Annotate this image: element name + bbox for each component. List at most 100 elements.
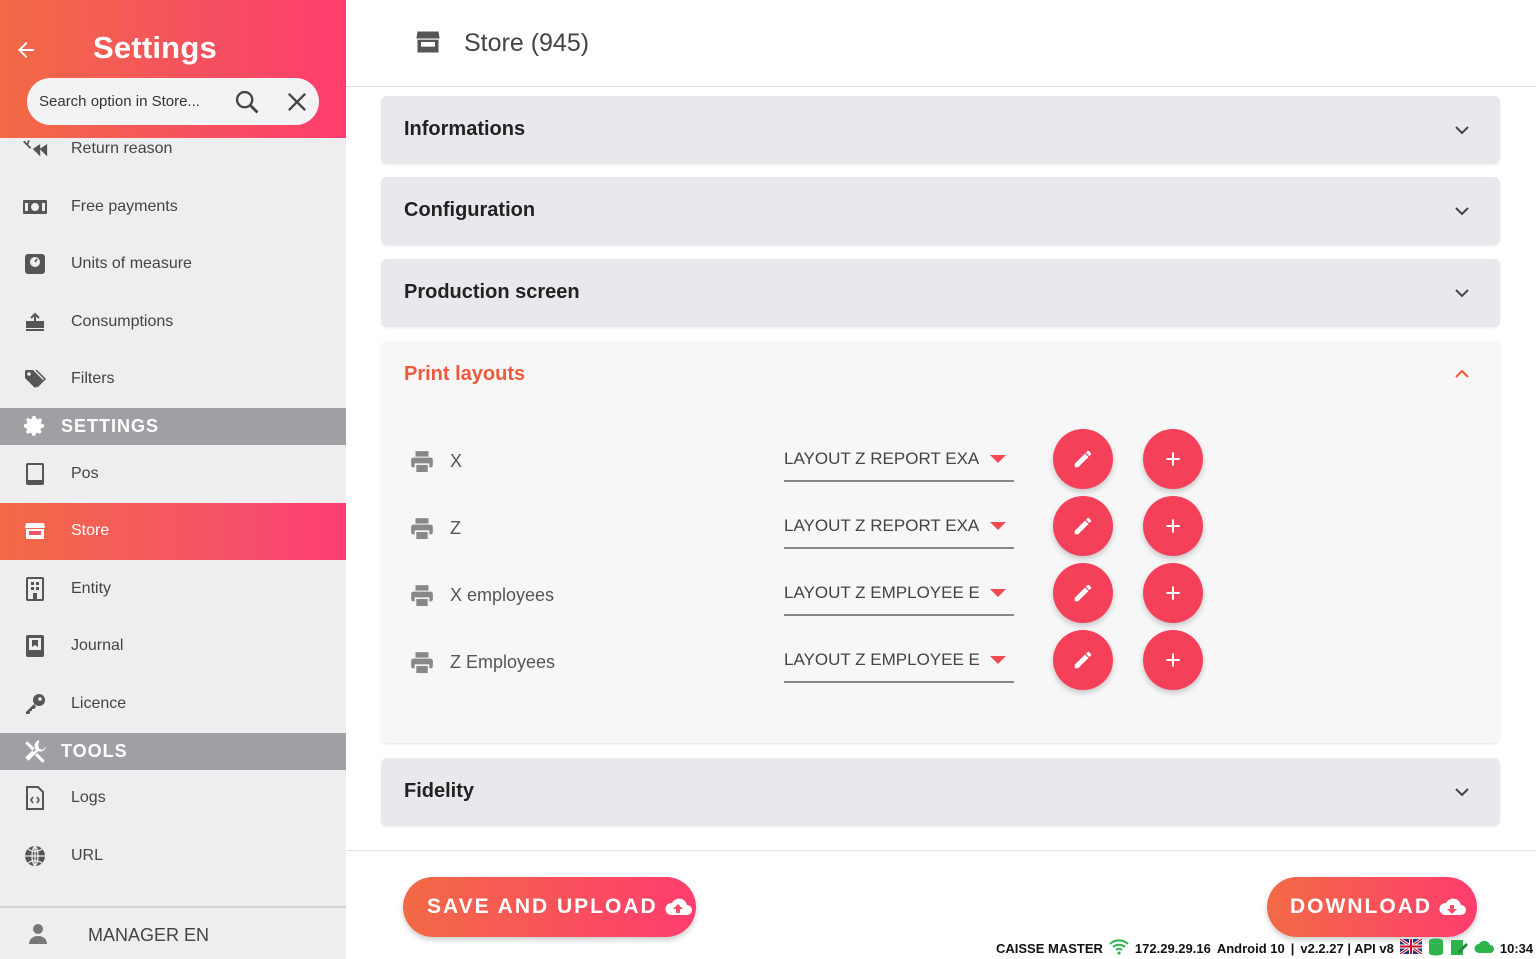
download-button[interactable]: DOWNLOAD (1267, 877, 1477, 937)
app-name: CAISSE MASTER (996, 940, 1103, 956)
plus-icon (1166, 519, 1180, 533)
ip-address: 172.29.29.16 (1134, 940, 1211, 956)
sidebar-item-filters[interactable]: Filters (0, 351, 346, 408)
sidebar-item-label: Filters (71, 370, 115, 387)
print-layout-row: X LAYOUT Z REPORT EXAM... (381, 429, 1500, 496)
chevron-down-icon (1450, 780, 1474, 804)
layout-select-value: LAYOUT Z EMPLOYEE EX... (784, 583, 979, 602)
sidebar-item-label: Pos (71, 465, 99, 482)
store-icon (22, 518, 48, 544)
sidebar-item-free-payments[interactable]: Free payments (0, 179, 346, 236)
panel-title: Production screen (404, 281, 580, 303)
sidebar-item-units-of-measure[interactable]: Units of measure (0, 236, 346, 293)
page-title: Store (945) (464, 29, 590, 57)
plus-icon (1166, 452, 1180, 466)
chevron-down-icon (1450, 118, 1474, 142)
top-bar: Store (945) (346, 0, 1536, 87)
chevron-down-icon (1450, 199, 1474, 223)
sidebar-item-return-reason[interactable]: Return reason (0, 121, 346, 178)
gear-icon (22, 413, 48, 439)
sidebar-item-consumptions[interactable]: Consumptions (0, 294, 346, 351)
panel-title: Informations (404, 118, 526, 140)
edit-button[interactable] (1053, 496, 1113, 556)
close-icon[interactable] (283, 88, 311, 116)
sidebar-item-store[interactable]: Store (0, 503, 346, 560)
layout-select-value: LAYOUT Z REPORT EXAM... (784, 516, 979, 535)
print-layout-row: Z Employees LAYOUT Z EMPLOYEE EX... (381, 630, 1500, 697)
pencil-icon (1074, 651, 1092, 669)
add-button[interactable] (1143, 496, 1203, 556)
search-input[interactable] (39, 90, 214, 112)
print-layout-name: X employees (450, 585, 555, 605)
layout-select[interactable]: LAYOUT Z EMPLOYEE EX... (784, 570, 1014, 616)
edit-button[interactable] (1053, 563, 1113, 623)
sidebar-item-pos[interactable]: Pos (0, 446, 346, 503)
layout-select-value: LAYOUT Z REPORT EXAM... (784, 449, 979, 468)
file-code-icon (22, 785, 48, 811)
panel-fidelity[interactable]: Fidelity (381, 758, 1500, 826)
user-name: MANAGER EN (88, 925, 210, 945)
add-button[interactable] (1143, 563, 1203, 623)
chevron-down-icon (1450, 281, 1474, 305)
separator: | (1290, 940, 1295, 956)
panel-title: Configuration (404, 199, 536, 221)
panel-title[interactable]: Print layouts (404, 363, 525, 386)
sidebar-item-journal[interactable]: Journal (0, 618, 346, 675)
panel-production-screen[interactable]: Production screen (381, 259, 1500, 327)
cloud-upload-icon (665, 898, 692, 915)
printer-icon (409, 516, 435, 542)
user-row[interactable]: MANAGER EN (0, 906, 346, 959)
edit-button[interactable] (1053, 630, 1113, 690)
layout-select[interactable]: LAYOUT Z EMPLOYEE EX... (784, 637, 1014, 683)
print-layout-name: Z (450, 518, 461, 538)
journal-icon (22, 633, 48, 659)
layout-select[interactable]: LAYOUT Z REPORT EXAM... (784, 436, 1014, 482)
scale-icon (22, 251, 48, 277)
dropdown-arrow-icon (990, 656, 1006, 664)
pencil-icon (1074, 517, 1092, 535)
panel-configuration[interactable]: Configuration (381, 177, 1500, 245)
panel-title: Fidelity (404, 780, 475, 802)
sidebar-item-label: URL (71, 847, 104, 864)
os-version: Android 10 (1216, 940, 1285, 956)
document-edit-icon (1450, 938, 1468, 959)
section-settings: SETTINGS (0, 408, 346, 445)
uk-flag-icon[interactable] (1399, 937, 1423, 957)
sidebar-item-licence[interactable]: Licence (0, 676, 346, 733)
chevron-up-icon[interactable] (1450, 362, 1474, 386)
database-icon (1428, 938, 1444, 959)
status-bar: CAISSE MASTER 172.29.29.16 Android 10 | … (996, 937, 1533, 959)
printer-icon (409, 650, 435, 676)
tags-icon (22, 366, 48, 392)
sidebar-item-label: Journal (71, 637, 124, 654)
add-button[interactable] (1143, 630, 1203, 690)
add-button[interactable] (1143, 429, 1203, 489)
dropdown-arrow-icon (990, 455, 1006, 463)
tools-icon (22, 738, 48, 764)
sidebar-title: Settings (93, 30, 217, 65)
back-arrow-icon[interactable] (12, 36, 40, 64)
search-icon[interactable] (233, 88, 261, 116)
section-tools-label: TOOLS (61, 741, 128, 761)
print-layout-row: X employees LAYOUT Z EMPLOYEE EX... (381, 563, 1500, 630)
section-tools: TOOLS (0, 733, 346, 770)
user-icon (26, 922, 50, 946)
download-button-label: DOWNLOAD (1290, 895, 1432, 918)
sidebar-item-label: Entity (71, 580, 112, 597)
save-button-label: SAVE AND UPLOAD (427, 895, 658, 918)
sidebar-item-label: Units of measure (71, 255, 192, 272)
sidebar-item-logs[interactable]: Logs (0, 770, 346, 827)
layout-select[interactable]: LAYOUT Z REPORT EXAM... (784, 503, 1014, 549)
sidebar-item-url[interactable]: URL (0, 828, 346, 885)
edit-button[interactable] (1053, 429, 1113, 489)
sidebar-header: Settings (0, 0, 346, 138)
panel-informations[interactable]: Informations (381, 96, 1500, 164)
plus-icon (1166, 586, 1180, 600)
cloud-icon (1474, 940, 1494, 957)
save-and-upload-button[interactable]: SAVE AND UPLOAD (403, 877, 696, 937)
sidebar-item-entity[interactable]: Entity (0, 561, 346, 618)
tablet-icon (22, 461, 48, 487)
cloud-download-icon (1439, 898, 1466, 915)
building-icon (22, 576, 48, 602)
print-layout-row: Z LAYOUT Z REPORT EXAM... (381, 496, 1500, 563)
